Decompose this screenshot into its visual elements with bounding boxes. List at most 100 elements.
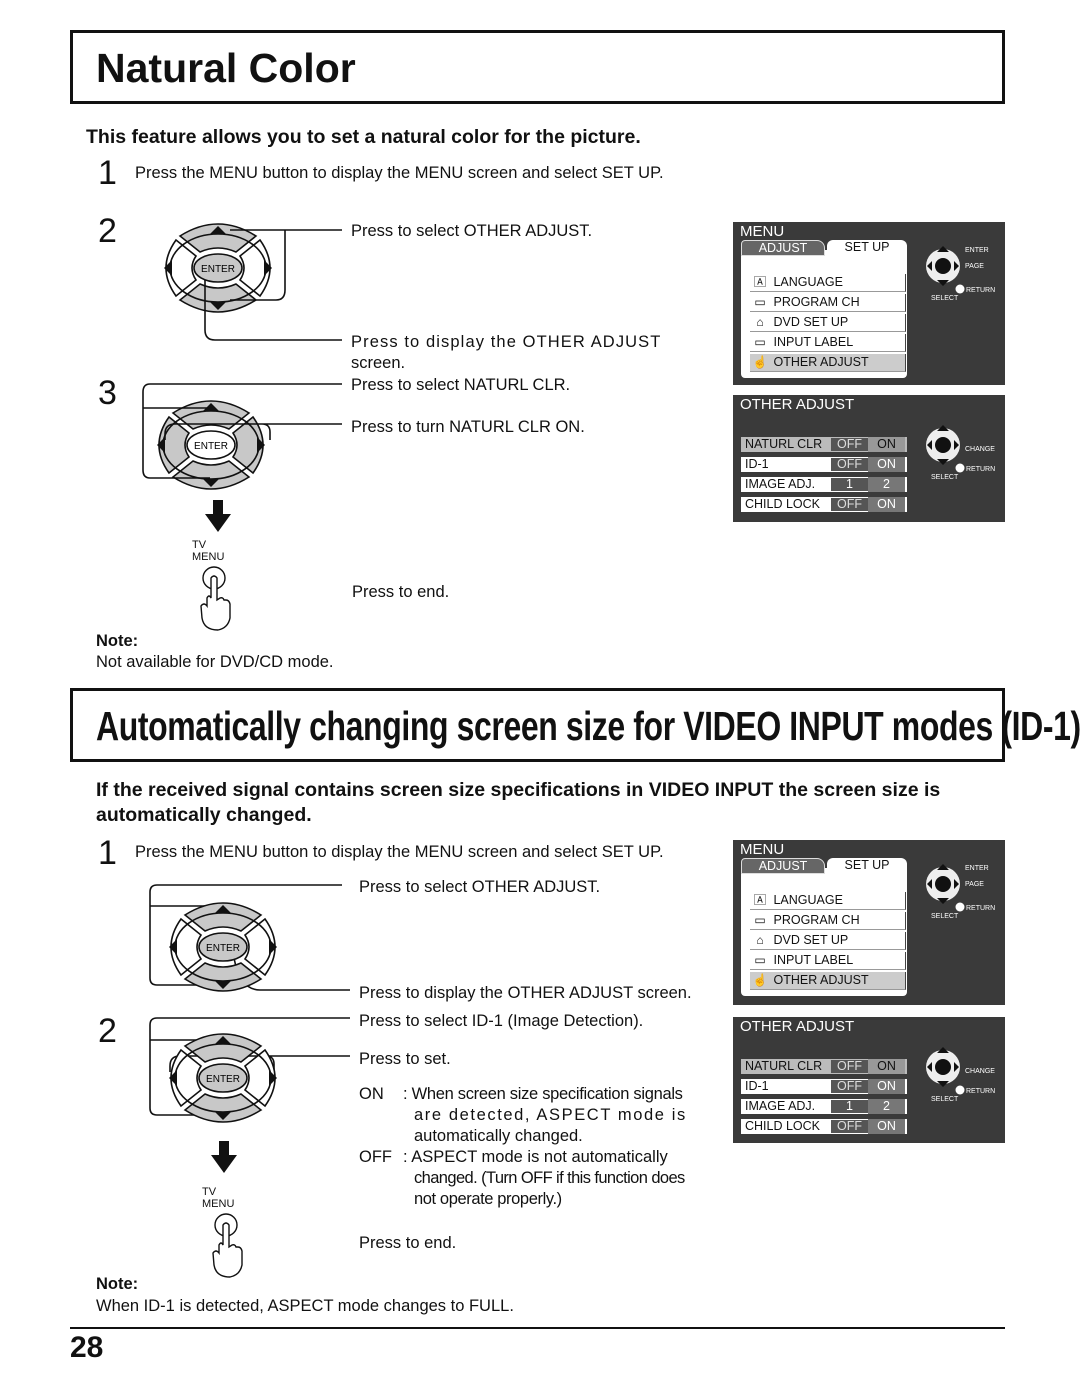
tv-menu-button[interactable] (208, 1211, 248, 1284)
option-row[interactable]: CHILD LOCK OFF ON (741, 1119, 907, 1134)
menu-item-label: LANGUAGE (773, 893, 843, 907)
menu-item-label: DVD SET UP (773, 315, 849, 329)
panel-title: OTHER ADJUST (740, 1018, 855, 1035)
off-desc: : ASPECT mode is not automatically (403, 1148, 668, 1166)
tv-menu-button[interactable] (196, 564, 236, 637)
menu-item[interactable]: ⌂ DVD SET UP (750, 932, 906, 950)
option-row[interactable]: IMAGE ADJ. 1 2 (741, 477, 907, 492)
menu-item[interactable]: ⌂ DVD SET UP (750, 314, 906, 332)
option-label: NATURL CLR (745, 1059, 823, 1073)
other-adjust-screen: OTHER ADJUST NATURL CLR OFF ON ID-1 OFF ON IMAG… (733, 395, 1005, 522)
other-adjust-icon: ☝ (752, 355, 768, 369)
option-value[interactable]: 2 (868, 477, 905, 492)
svg-text:RETURN: RETURN (966, 466, 995, 473)
step-number: 1 (98, 834, 117, 872)
instruction: Press to end. (352, 583, 450, 601)
note-label: Note: (96, 1275, 139, 1293)
svg-text:ENTER: ENTER (965, 865, 989, 872)
option-label: CHILD LOCK (745, 497, 821, 511)
option-label: NATURL CLR (745, 437, 823, 451)
down-arrow-icon (211, 1141, 237, 1173)
instruction: Press to select OTHER ADJUST. (359, 878, 601, 896)
svg-text:ENTER: ENTER (206, 1074, 240, 1085)
input-label-icon: ▭ (754, 953, 766, 967)
option-value[interactable]: ON (868, 1079, 905, 1094)
off-key: OFF (359, 1148, 392, 1166)
off-desc: not operate properly.) (414, 1190, 562, 1208)
panel-title: OTHER ADJUST (740, 396, 855, 413)
instruction: Press to end. (359, 1234, 457, 1252)
intro-text: If the received signal contains screen s… (96, 779, 941, 801)
on-key: ON (359, 1085, 384, 1103)
remote-pad: ENTER (155, 1026, 291, 1135)
language-icon: 🄰 (753, 893, 766, 907)
svg-text:PAGE: PAGE (965, 263, 984, 270)
tab-setup[interactable]: SET UP (827, 240, 907, 254)
menu-item[interactable]: ▭ PROGRAM CH (750, 912, 906, 930)
other-adjust-icon: ☝ (752, 973, 768, 987)
option-label: ID-1 (745, 1079, 769, 1093)
option-value[interactable]: OFF (831, 497, 868, 512)
svg-text:RETURN: RETURN (966, 1088, 995, 1095)
menu-item[interactable]: ▭ INPUT LABEL (750, 334, 906, 352)
option-row[interactable]: ID-1 OFF ON (741, 457, 907, 472)
option-value[interactable]: 1 (831, 1099, 868, 1114)
dvd-setup-icon: ⌂ (756, 315, 764, 329)
program-ch-icon: ▭ (754, 913, 766, 927)
menu-item-label: PROGRAM CH (773, 295, 860, 309)
menu-item[interactable]: ▭ PROGRAM CH (750, 294, 906, 312)
option-value[interactable]: ON (868, 437, 905, 452)
menu-label: MENU (202, 1198, 235, 1210)
option-value[interactable]: ON (868, 457, 905, 472)
menu-item-label: PROGRAM CH (773, 913, 860, 927)
down-arrow-icon (205, 500, 231, 532)
menu-label: MENU (192, 551, 225, 563)
menu-item[interactable]: ☝ OTHER ADJUST (750, 354, 906, 372)
svg-text:SELECT: SELECT (931, 295, 959, 302)
tab-adjust[interactable]: ADJUST (741, 858, 825, 874)
option-value[interactable]: ON (868, 497, 905, 512)
option-value[interactable]: OFF (831, 1059, 868, 1074)
language-icon: 🄰 (753, 275, 766, 289)
menu-item-label: INPUT LABEL (773, 335, 854, 349)
note-label: Note: (96, 632, 139, 650)
manual-page: Natural Color This feature allows you to… (0, 0, 1080, 1397)
svg-text:SELECT: SELECT (931, 474, 959, 481)
option-value[interactable]: OFF (831, 1119, 868, 1134)
menu-item[interactable]: ▭ INPUT LABEL (750, 952, 906, 970)
step-text: Press the MENU button to display the MEN… (135, 843, 664, 861)
option-row[interactable]: NATURL CLR OFF ON (741, 437, 907, 452)
option-row[interactable]: CHILD LOCK OFF ON (741, 497, 907, 512)
svg-text:SELECT: SELECT (931, 1096, 959, 1103)
menu-screen: MENU ADJUST SET UP 🄰 LANGUAGE ▭ PROGRAM C… (733, 222, 1005, 385)
svg-text:RETURN: RETURN (966, 287, 995, 294)
tab-adjust[interactable]: ADJUST (741, 240, 825, 256)
menu-item-label: DVD SET UP (773, 933, 849, 947)
hand-pressing-icon (212, 1213, 243, 1278)
menu-title: MENU (740, 841, 785, 858)
menu-item-label: LANGUAGE (773, 275, 843, 289)
tab-setup[interactable]: SET UP (827, 858, 907, 872)
tv-label: TV (192, 539, 207, 551)
menu-item[interactable]: 🄰 LANGUAGE (750, 274, 906, 292)
option-row[interactable]: NATURL CLR OFF ON (741, 1059, 907, 1074)
option-value[interactable]: OFF (831, 437, 868, 452)
other-adjust-screen: OTHER ADJUST NATURL CLR OFF ON ID-1 OFF ON IMAG… (733, 1017, 1005, 1143)
menu-item[interactable]: 🄰 LANGUAGE (750, 892, 906, 910)
option-value[interactable]: ON (868, 1119, 905, 1134)
option-row[interactable]: IMAGE ADJ. 1 2 (741, 1099, 907, 1114)
option-row[interactable]: ID-1 OFF ON (741, 1079, 907, 1094)
option-value[interactable]: ON (868, 1059, 905, 1074)
off-desc: changed. (Turn OFF if this function does (414, 1169, 685, 1187)
note-text: Not available for DVD/CD mode. (96, 653, 334, 671)
option-value[interactable]: 1 (831, 477, 868, 492)
option-value[interactable]: 2 (868, 1099, 905, 1114)
option-value[interactable]: OFF (831, 1079, 868, 1094)
option-value[interactable]: OFF (831, 457, 868, 472)
tv-label: TV (202, 1186, 217, 1198)
menu-item[interactable]: ☝ OTHER ADJUST (750, 972, 906, 990)
section-title: Automatically changing screen size for V… (96, 703, 1080, 749)
step-number: 2 (98, 1012, 117, 1050)
option-label: CHILD LOCK (745, 1119, 821, 1133)
instruction: Press to select ID-1 (Image Detection). (359, 1012, 644, 1030)
